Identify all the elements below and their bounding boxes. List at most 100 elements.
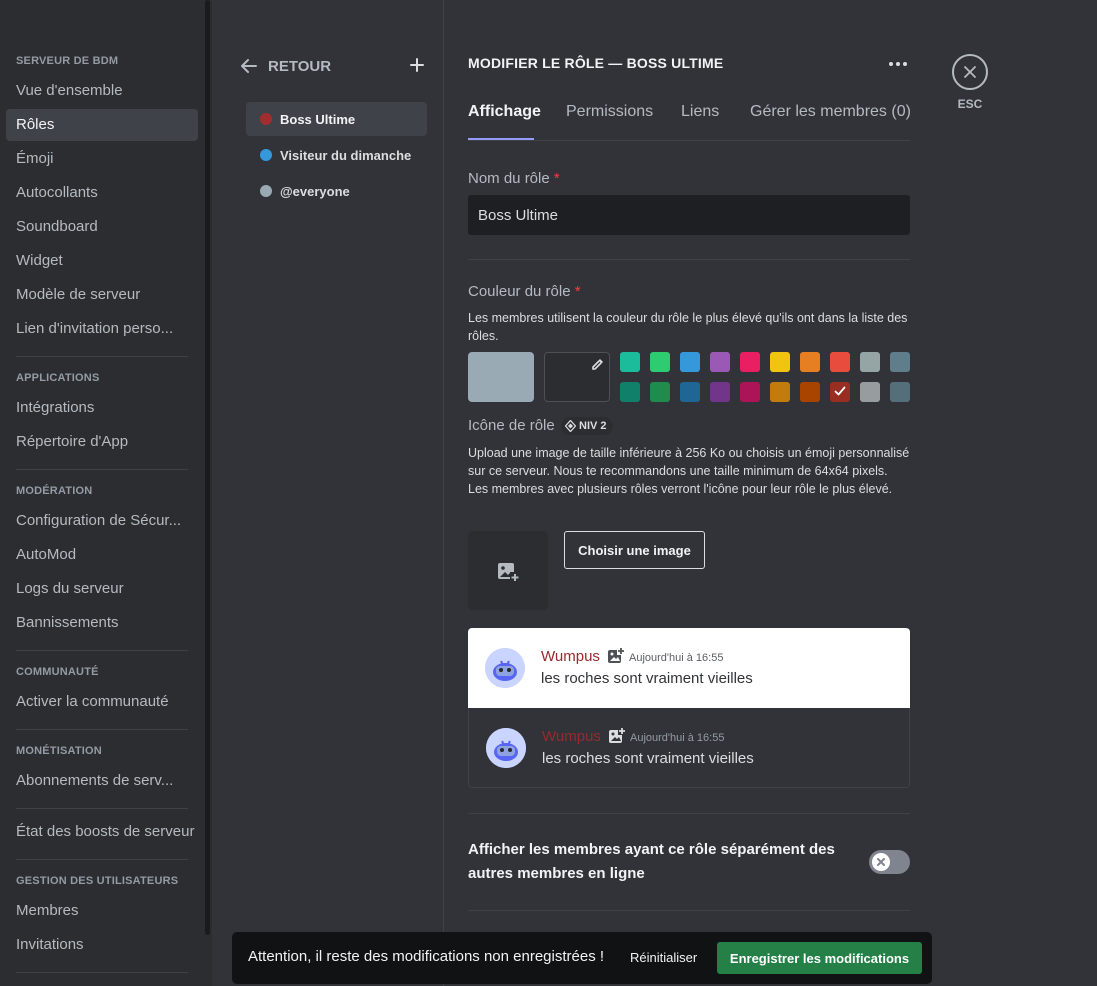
role-name-label-text: Nom du rôle (468, 170, 550, 187)
tab-links[interactable]: Liens (681, 103, 719, 121)
tab-permissions[interactable]: Permissions (566, 103, 653, 121)
reset-button[interactable]: Réinitialiser (630, 942, 697, 974)
tab-active-indicator (468, 138, 534, 140)
role-name: @everyone (280, 183, 350, 199)
add-role-button[interactable] (408, 54, 426, 76)
custom-color-picker[interactable] (544, 352, 610, 402)
tab-manage-members[interactable]: Gérer les membres (0) (750, 103, 911, 121)
color-swatch[interactable] (890, 382, 910, 402)
role-editor: MODIFIER LE RÔLE — BOSS ULTIME Affichage… (468, 0, 911, 986)
checkmark-icon (834, 386, 846, 396)
sidebar-divider (16, 972, 188, 973)
hoist-toggle[interactable] (869, 850, 910, 874)
color-swatch[interactable] (800, 352, 820, 372)
sidebar-item-server-template[interactable]: Modèle de serveur (6, 279, 198, 311)
close-button[interactable] (952, 54, 988, 90)
color-swatch[interactable] (650, 382, 670, 402)
role-color-description: Les membres utilisent la couleur du rôle… (468, 311, 908, 343)
role-icon-label: Icône de rôle (468, 417, 555, 434)
sidebar-item-subscriptions[interactable]: Abonnements de serv... (6, 765, 198, 797)
preview-light-theme: Wumpus Aujourd'hui à 16:55 les roches so… (468, 628, 910, 708)
sidebar-item-overview[interactable]: Vue d'ensemble (6, 75, 198, 107)
preview-timestamp: Aujourd'hui à 16:55 (630, 732, 725, 744)
avatar (486, 728, 526, 768)
sidebar-item-safety-setup[interactable]: Configuration de Sécur... (6, 505, 198, 537)
sidebar-divider (16, 859, 188, 860)
role-item-visiteur[interactable]: Visiteur du dimanche (246, 138, 427, 172)
sidebar-item-app-directory[interactable]: Répertoire d'App (6, 426, 198, 458)
color-swatch[interactable] (710, 382, 730, 402)
role-icon-placeholder-icon (608, 647, 625, 663)
boost-level-text: NIV 2 (579, 420, 607, 432)
dot (896, 62, 900, 66)
sidebar-header: MONÉTISATION (16, 745, 102, 757)
tab-bar: Affichage Permissions Liens Gérer les me… (468, 93, 911, 141)
color-swatch[interactable] (860, 352, 880, 372)
color-swatch[interactable] (770, 352, 790, 372)
color-swatch[interactable] (620, 382, 640, 402)
color-swatch[interactable] (650, 352, 670, 372)
back-button[interactable]: RETOUR (240, 55, 331, 77)
color-swatch[interactable] (740, 352, 760, 372)
role-icon-placeholder-icon (609, 727, 626, 743)
color-swatch[interactable] (770, 382, 790, 402)
sidebar-item-emoji[interactable]: Émoji (6, 143, 198, 175)
role-name-input[interactable] (468, 195, 910, 235)
sidebar-item-soundboard[interactable]: Soundboard (6, 211, 198, 243)
choose-image-button[interactable]: Choisir une image (564, 531, 705, 569)
role-icon-description: Upload une image de taille inférieure à … (468, 446, 910, 496)
sidebar-item-boost-status[interactable]: État des boosts de serveur (6, 816, 210, 848)
wumpus-avatar-icon (485, 648, 525, 688)
role-item-everyone[interactable]: @everyone (246, 174, 427, 208)
sidebar-item-enable-community[interactable]: Activer la communauté (6, 686, 198, 718)
role-item-boss-ultime[interactable]: Boss Ultime (246, 102, 427, 136)
sidebar-item-integrations[interactable]: Intégrations (6, 392, 198, 424)
eyedropper-icon (592, 359, 603, 370)
default-color-swatch[interactable] (468, 352, 534, 402)
save-changes-button[interactable]: Enregistrer les modifications (717, 942, 922, 974)
divider (468, 813, 910, 814)
sidebar-header: APPLICATIONS (16, 372, 100, 384)
sidebar-item-automod[interactable]: AutoMod (6, 539, 198, 571)
back-label: RETOUR (268, 57, 332, 75)
boost-level-badge: NIV 2 (561, 417, 613, 435)
sidebar-item-members[interactable]: Membres (6, 895, 198, 927)
sidebar-scrollbar[interactable] (205, 0, 210, 935)
sidebar-item-roles[interactable]: Rôles (6, 109, 198, 141)
sidebar-item-audit-log[interactable]: Logs du serveur (6, 573, 198, 605)
sidebar-header: GESTION DES UTILISATEURS (16, 875, 179, 887)
tab-display[interactable]: Affichage (468, 103, 541, 121)
sidebar-item-stickers[interactable]: Autocollants (6, 177, 198, 209)
role-color-dot (260, 149, 272, 161)
sidebar-item-vanity-url[interactable]: Lien d'invitation perso... (6, 313, 198, 345)
dot (903, 62, 907, 66)
divider (468, 910, 910, 911)
dot (889, 62, 893, 66)
sidebar-item-bans[interactable]: Bannissements (6, 607, 198, 639)
sidebar-item-widget[interactable]: Widget (6, 245, 198, 277)
color-swatch[interactable] (860, 382, 880, 402)
color-swatch[interactable] (680, 352, 700, 372)
sidebar-item-invites[interactable]: Invitations (6, 929, 198, 961)
more-options-button[interactable] (886, 52, 910, 76)
preview-username: Wumpus (542, 728, 601, 745)
unsaved-changes-text: Attention, il reste des modifications no… (248, 948, 605, 965)
color-swatch[interactable] (740, 382, 760, 402)
role-name: Visiteur du dimanche (280, 147, 412, 163)
role-icon-upload[interactable] (468, 531, 548, 610)
color-swatch[interactable] (620, 352, 640, 372)
color-swatch[interactable] (800, 382, 820, 402)
unsaved-changes-bar: Attention, il reste des modifications no… (232, 932, 932, 984)
color-swatch[interactable] (710, 352, 730, 372)
color-swatch[interactable] (830, 352, 850, 372)
sidebar-divider (16, 808, 188, 809)
color-swatch-selected[interactable] (830, 382, 850, 402)
role-color-label-text: Couleur du rôle (468, 283, 571, 300)
avatar (485, 648, 525, 688)
esc-label: ESC (957, 97, 983, 111)
sidebar-header: SERVEUR DE BDM (16, 55, 119, 67)
role-color-dot (260, 185, 272, 197)
color-swatch[interactable] (680, 382, 700, 402)
x-icon (877, 858, 885, 866)
color-swatch[interactable] (890, 352, 910, 372)
